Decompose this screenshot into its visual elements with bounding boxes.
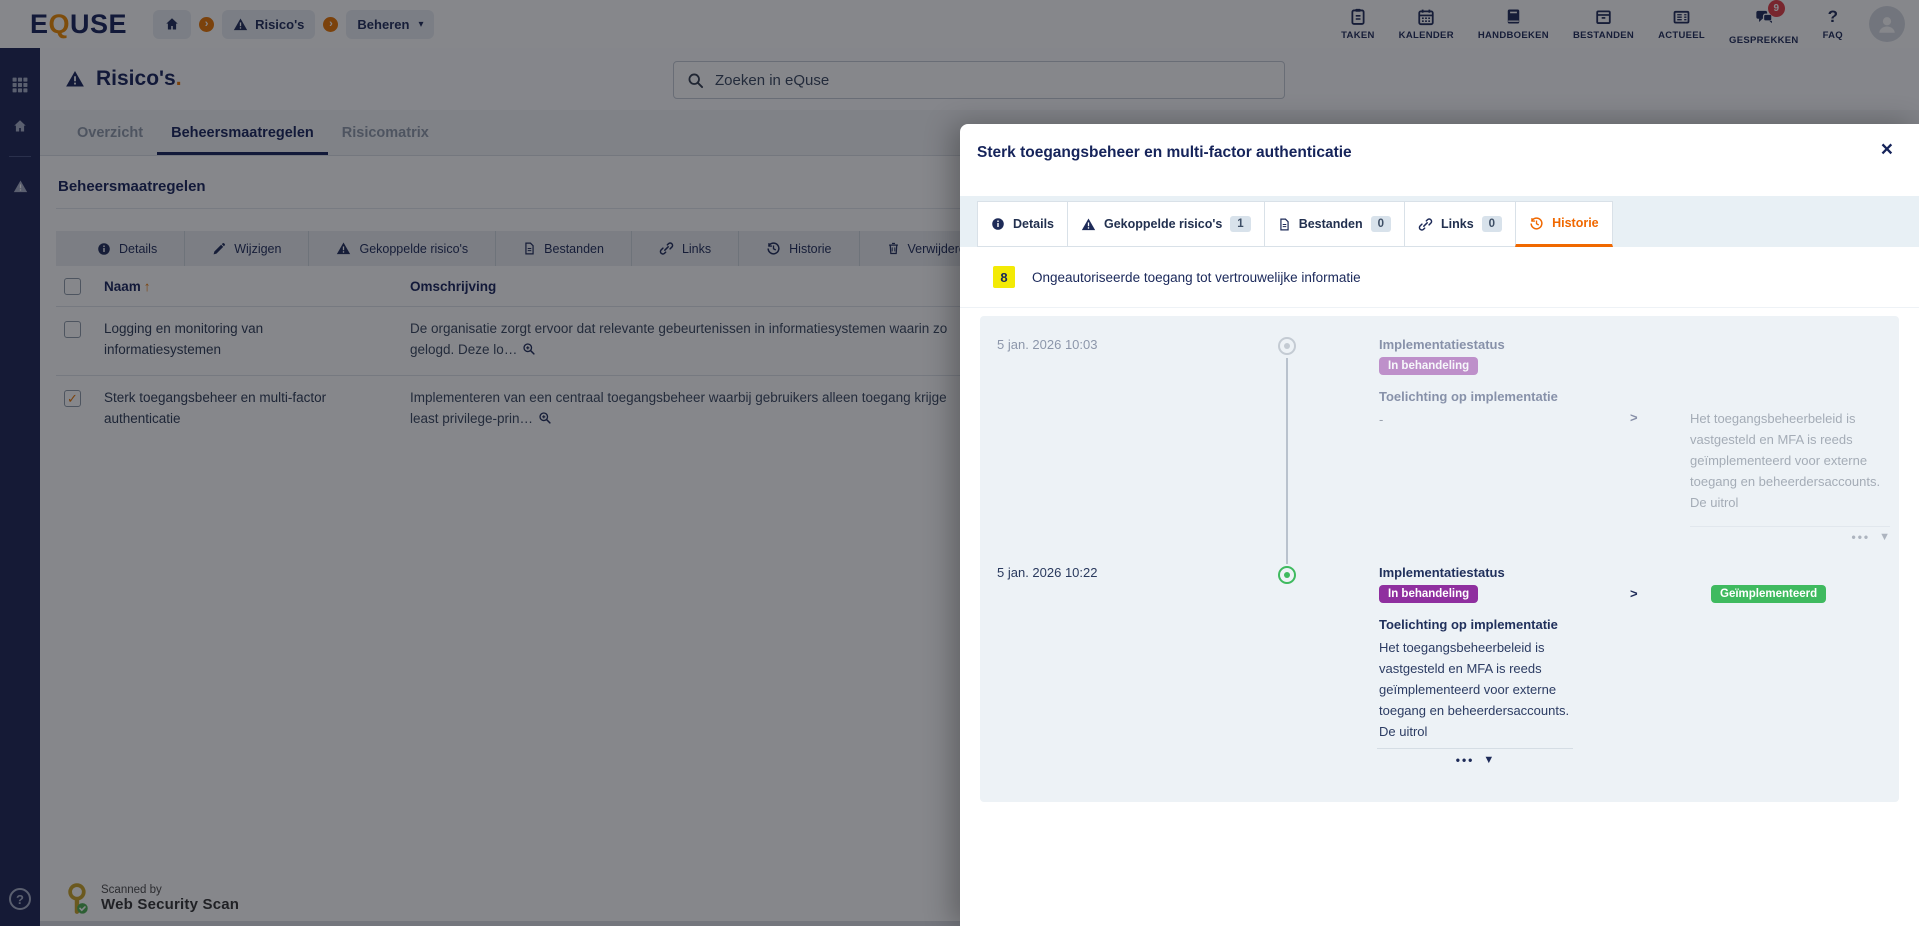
info-icon: [991, 217, 1005, 231]
change-arrow: >: [1630, 586, 1638, 601]
entry-date: 5 jan. 2026 10:03: [997, 337, 1097, 352]
expand-entry-button[interactable]: ••• ▼: [1377, 753, 1573, 767]
tab-label: Bestanden: [1299, 217, 1363, 231]
timeline-connector: [1286, 358, 1288, 564]
count-badge: 1: [1230, 216, 1250, 232]
modal-tab-gekoppelde-risicos[interactable]: Gekoppelde risico's 1: [1067, 201, 1265, 247]
status-badge-old: In behandeling: [1379, 585, 1478, 603]
old-value: -: [1379, 412, 1383, 427]
note-text: Het toegangsbeheerbeleid is vastgesteld …: [1379, 637, 1585, 742]
history-icon: [1529, 216, 1544, 231]
file-icon: [1278, 217, 1291, 232]
divider: [1377, 748, 1573, 749]
app-screen: EQUSE › Risico's › Beheren ▾ TAKEN KALEN…: [0, 0, 1919, 926]
warning-icon: [1081, 217, 1096, 232]
status-badge: In behandeling: [1379, 357, 1478, 375]
modal-title: Sterk toegangsbeheer en multi-factor aut…: [977, 144, 1352, 162]
timeline-dot-icon: [1278, 566, 1296, 584]
divider: [1690, 526, 1890, 527]
new-value: Het toegangsbeheerbeleid is vastgesteld …: [1690, 408, 1896, 513]
modal-tab-links[interactable]: Links 0: [1404, 201, 1516, 247]
field-label: Toelichting op implementatie: [1379, 617, 1558, 632]
modal-tab-bestanden[interactable]: Bestanden 0: [1264, 201, 1405, 247]
expand-entry-button[interactable]: ••• ▼: [1690, 530, 1890, 544]
modal-tab-historie[interactable]: Historie: [1515, 201, 1613, 247]
modal-tab-details[interactable]: Details: [977, 201, 1068, 247]
entry-date: 5 jan. 2026 10:22: [997, 565, 1097, 580]
tab-label: Links: [1441, 217, 1474, 231]
ellipsis-icon: •••: [1852, 530, 1871, 544]
history-modal: Sterk toegangsbeheer en multi-factor aut…: [960, 124, 1919, 926]
risk-title: Ongeautoriseerde toegang tot vertrouweli…: [1032, 270, 1361, 285]
history-timeline: 5 jan. 2026 10:03 Implementatiestatus In…: [980, 316, 1899, 802]
caret-down-icon: ▼: [1483, 754, 1494, 766]
risk-row: 8 Ongeautoriseerde toegang tot vertrouwe…: [960, 247, 1919, 308]
ellipsis-icon: •••: [1456, 753, 1475, 767]
field-label: Implementatiestatus: [1379, 337, 1505, 352]
modal-tabs: Details Gekoppelde risico's1 Bestanden0 …: [960, 196, 1919, 247]
field-label: Implementatiestatus: [1379, 565, 1505, 580]
tab-label: Gekoppelde risico's: [1104, 217, 1222, 231]
change-arrow: >: [1630, 410, 1638, 425]
count-badge: 0: [1371, 216, 1391, 232]
field-label: Toelichting op implementatie: [1379, 389, 1558, 404]
status-badge-new: Geïmplementeerd: [1711, 585, 1826, 603]
caret-down-icon: ▼: [1879, 531, 1890, 543]
risk-score-badge: 8: [993, 266, 1015, 288]
tab-label: Historie: [1552, 216, 1599, 230]
timeline-dot-icon: [1278, 337, 1296, 355]
close-icon[interactable]: ×: [1881, 138, 1893, 162]
link-icon: [1418, 217, 1433, 232]
tab-label: Details: [1013, 217, 1054, 231]
count-badge: 0: [1482, 216, 1502, 232]
